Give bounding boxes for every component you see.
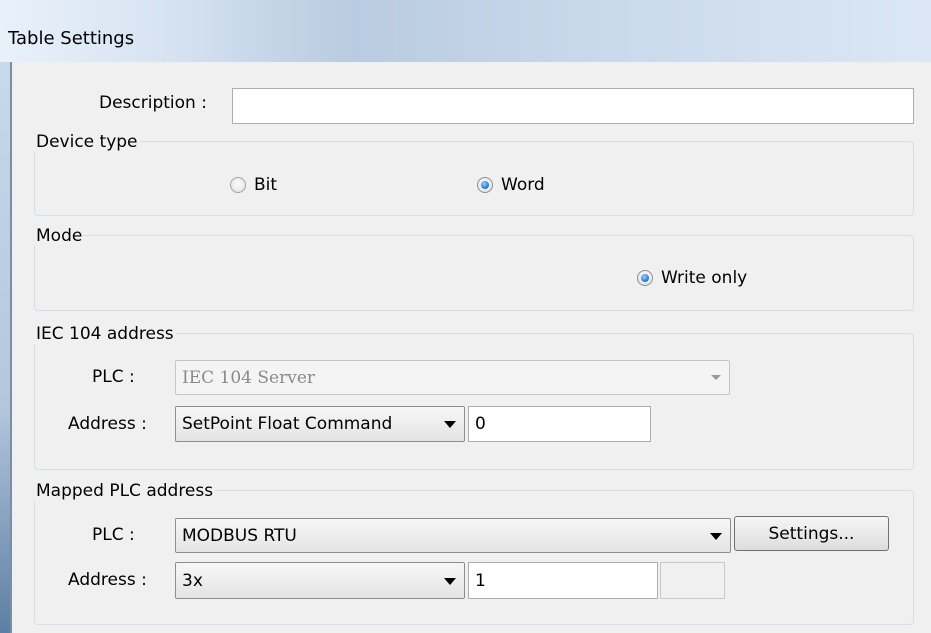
chevron-down-icon	[710, 532, 722, 540]
radio-word-label: Word	[501, 175, 545, 195]
dialog-panel: Description : Device type Bit Word Mode …	[14, 68, 931, 633]
radio-write-only[interactable]: Write only	[637, 268, 747, 288]
radio-write-only-label: Write only	[661, 268, 748, 288]
settings-button[interactable]: Settings...	[734, 516, 889, 551]
mapped-plc-value: MODBUS RTU	[182, 525, 297, 546]
iec104-plc-select: IEC 104 Server	[175, 360, 730, 395]
iec104-address-group	[34, 333, 914, 470]
device-type-group	[34, 141, 914, 216]
description-input[interactable]	[232, 88, 914, 124]
mapped-address-extra-field	[660, 562, 725, 599]
mapped-address-label: Address :	[68, 570, 147, 590]
description-label: Description :	[99, 93, 207, 113]
radio-bit[interactable]: Bit	[230, 175, 277, 195]
radio-bit-indicator[interactable]	[230, 177, 246, 193]
mapped-plc-label: PLC :	[92, 525, 135, 545]
window-titlebar: Table Settings	[0, 0, 931, 62]
iec104-plc-value: IEC 104 Server	[182, 367, 316, 388]
mode-group	[34, 235, 914, 311]
mapped-address-input[interactable]	[468, 562, 658, 599]
window-frame-left	[0, 62, 12, 633]
device-type-group-title: Device type	[34, 132, 140, 152]
mapped-plc-select[interactable]: MODBUS RTU	[175, 518, 731, 553]
chevron-down-icon	[711, 374, 721, 380]
iec104-address-type-value: SetPoint Float Command	[182, 414, 393, 434]
radio-word[interactable]: Word	[477, 175, 545, 195]
chevron-down-icon	[444, 577, 456, 585]
mapped-address-type-select[interactable]: 3x	[175, 562, 465, 599]
radio-bit-label: Bit	[254, 175, 278, 195]
mapped-plc-address-group	[34, 490, 914, 625]
iec104-address-label: Address :	[68, 414, 147, 434]
mode-group-title: Mode	[34, 226, 85, 246]
iec104-address-input[interactable]	[468, 406, 651, 442]
mapped-address-type-value: 3x	[182, 570, 203, 591]
iec104-address-group-title: IEC 104 address	[34, 324, 176, 344]
window-title: Table Settings	[8, 28, 135, 49]
mapped-plc-address-group-title: Mapped PLC address	[34, 481, 216, 501]
iec104-address-type-select[interactable]: SetPoint Float Command	[175, 406, 465, 442]
radio-word-indicator[interactable]	[477, 177, 493, 193]
radio-write-only-indicator[interactable]	[637, 270, 653, 286]
iec104-plc-label: PLC :	[92, 367, 135, 387]
chevron-down-icon	[444, 421, 456, 428]
